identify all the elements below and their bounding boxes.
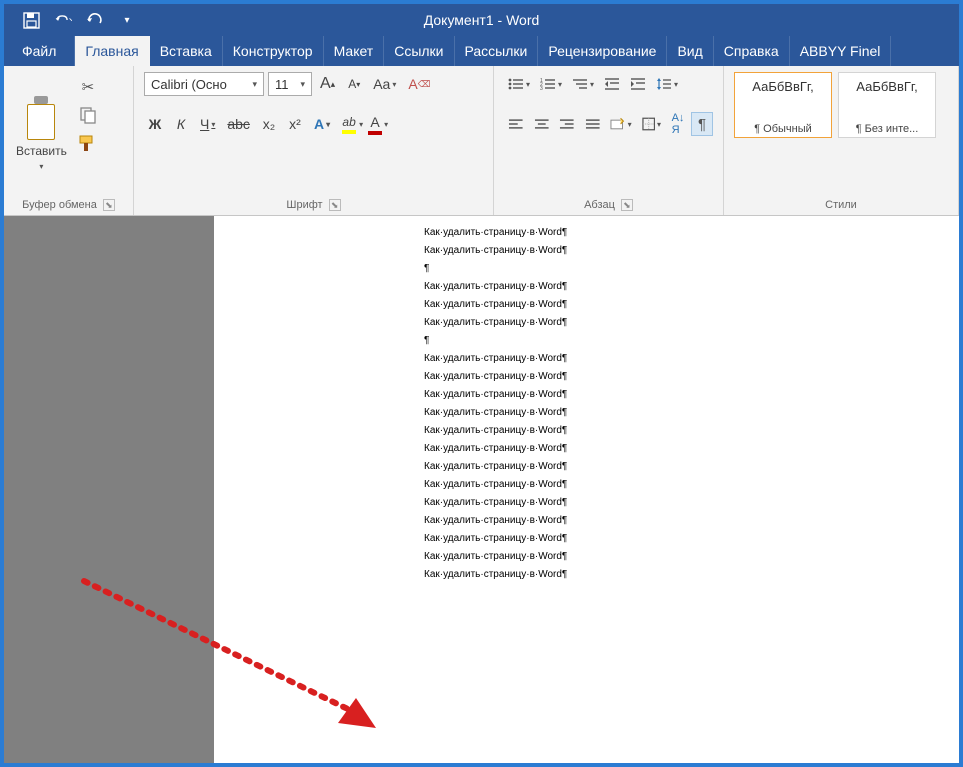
sort-button[interactable]: А↓Я (667, 112, 689, 136)
page-content: Как·удалить·страницу·в·WordКак·удалить·с… (214, 216, 959, 584)
tab-view[interactable]: Вид (667, 36, 713, 66)
group-font-label: Шрифт (286, 199, 322, 211)
multilevel-list-button[interactable]: ▾ (568, 72, 598, 96)
paragraph-dialog-icon[interactable]: ⬊ (621, 199, 633, 211)
show-marks-button[interactable]: ¶ (691, 112, 713, 136)
tab-references[interactable]: Ссылки (384, 36, 454, 66)
clipboard-dialog-icon[interactable]: ⬊ (103, 199, 115, 211)
paste-label: Вставить (16, 144, 67, 158)
align-center-button[interactable] (530, 112, 554, 136)
paste-icon (21, 96, 61, 140)
text-effects-button[interactable]: A▾ (310, 112, 334, 136)
font-size-combo[interactable]: 11▾ (268, 72, 312, 96)
tab-review[interactable]: Рецензирование (538, 36, 667, 66)
document-page[interactable]: Как·удалить·страницу·в·WordКак·удалить·с… (214, 216, 959, 763)
group-clipboard-label: Буфер обмена (22, 199, 97, 211)
highlight-button[interactable]: ab▾ (338, 112, 360, 136)
bullets-button[interactable]: ▾ (504, 72, 534, 96)
tab-design[interactable]: Конструктор (223, 36, 324, 66)
style-normal[interactable]: АаБбВвГг, ¶ Обычный (734, 72, 832, 138)
group-paragraph-label: Абзац (584, 199, 615, 211)
change-case-button[interactable]: Aa▾ (369, 72, 400, 96)
italic-button[interactable]: К (170, 112, 192, 136)
tab-file[interactable]: Файл (4, 36, 75, 66)
strike-button[interactable]: abc (223, 112, 254, 136)
shading-button[interactable]: ▾ (606, 112, 635, 136)
tab-home[interactable]: Главная (75, 36, 149, 66)
group-styles: АаБбВвГг, ¶ Обычный АаБбВвГг, ¶ Без инте… (724, 66, 959, 215)
copy-icon[interactable] (75, 106, 101, 124)
font-name-combo[interactable]: Calibri (Осно▾ (144, 72, 264, 96)
group-styles-label: Стили (825, 199, 857, 211)
font-dialog-icon[interactable]: ⬊ (329, 199, 341, 211)
document-area: Как·удалить·страницу·в·WordКак·удалить·с… (4, 216, 959, 763)
increase-indent-button[interactable] (626, 72, 650, 96)
qat-customize-icon[interactable]: ▾ (118, 11, 136, 29)
underline-button[interactable]: Ч▾ (196, 112, 219, 136)
quick-access-toolbar: ▾ (4, 11, 136, 29)
svg-text:3: 3 (540, 86, 543, 91)
redo-icon[interactable] (86, 11, 104, 29)
tab-insert[interactable]: Вставка (150, 36, 223, 66)
group-paragraph: ▾ 123▾ ▾ ▾ ▾ ▾ А↓Я ¶ Абзац ⬊ (494, 66, 724, 215)
format-painter-icon[interactable] (75, 134, 101, 152)
paste-button[interactable]: Вставить ▾ (14, 72, 69, 195)
align-left-button[interactable] (504, 112, 528, 136)
style-no-spacing[interactable]: АаБбВвГг, ¶ Без инте... (838, 72, 936, 138)
title-bar: ▾ Документ1 - Word (4, 4, 959, 36)
window-title: Документ1 - Word (424, 12, 540, 28)
tab-mailings[interactable]: Рассылки (455, 36, 539, 66)
subscript-button[interactable]: x₂ (258, 112, 280, 136)
grow-font-icon[interactable]: A▴ (316, 72, 339, 96)
shrink-font-icon[interactable]: A▾ (343, 72, 365, 96)
superscript-button[interactable]: x² (284, 112, 306, 136)
clear-format-icon[interactable]: A⌫ (404, 72, 434, 96)
tab-abbyy[interactable]: ABBYY Finel (790, 36, 892, 66)
save-icon[interactable] (22, 11, 40, 29)
group-font: Calibri (Осно▾ 11▾ A▴ A▾ Aa▾ A⌫ Ж К Ч▾ a… (134, 66, 494, 215)
tab-help[interactable]: Справка (714, 36, 790, 66)
numbering-button[interactable]: 123▾ (536, 72, 566, 96)
undo-icon[interactable] (54, 11, 72, 29)
tab-layout[interactable]: Макет (324, 36, 385, 66)
decrease-indent-button[interactable] (600, 72, 624, 96)
page-gutter (4, 216, 214, 763)
font-color-button[interactable]: A▾ (364, 112, 386, 136)
bold-button[interactable]: Ж (144, 112, 166, 136)
borders-button[interactable]: ▾ (638, 112, 665, 136)
line-spacing-button[interactable]: ▾ (652, 72, 682, 96)
align-right-button[interactable] (555, 112, 579, 136)
group-clipboard: Вставить ▾ ✂ Буфер обмена ⬊ (4, 66, 134, 215)
justify-button[interactable] (581, 112, 605, 136)
ribbon-tabs: Файл Главная Вставка Конструктор Макет С… (4, 36, 959, 66)
ribbon: Вставить ▾ ✂ Буфер обмена ⬊ Calibri (Осно… (4, 66, 959, 216)
cut-icon[interactable]: ✂ (75, 78, 101, 96)
